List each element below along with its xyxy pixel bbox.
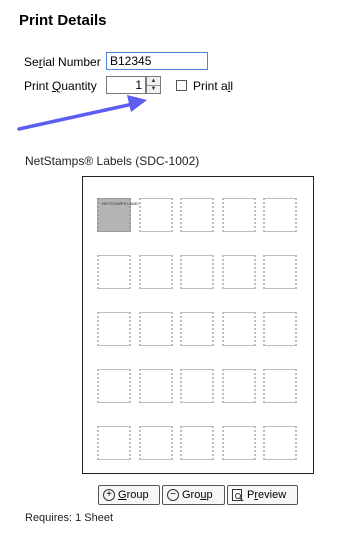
preview-label: Preview — [247, 489, 287, 501]
remove-group-button[interactable]: − Group — [162, 485, 225, 505]
add-group-button[interactable]: + Group — [98, 485, 160, 505]
stamp-label[interactable] — [97, 369, 131, 403]
stamp-label[interactable] — [138, 426, 173, 460]
stamp-label[interactable] — [138, 255, 173, 289]
stamp-label[interactable] — [97, 255, 131, 289]
annotation-arrow-icon — [17, 95, 147, 131]
stamp-label[interactable] — [97, 426, 131, 460]
stamp-label[interactable] — [138, 312, 173, 346]
stamp-label[interactable] — [221, 255, 256, 289]
serial-number-label: Serial Number — [24, 55, 101, 69]
print-quantity-input[interactable] — [106, 76, 146, 94]
preview-icon — [232, 488, 244, 501]
print-all-label[interactable]: Print all — [193, 79, 233, 93]
print-all-checkbox[interactable] — [176, 80, 187, 91]
label-sheet: NETSTAMPS LABEL — [82, 176, 314, 474]
stamp-label[interactable] — [263, 198, 297, 232]
stamp-label[interactable] — [97, 312, 131, 346]
stamp-label[interactable] — [138, 198, 173, 232]
stamp-label[interactable] — [180, 198, 214, 232]
stamp-label[interactable] — [180, 255, 214, 289]
stamp-label[interactable] — [138, 369, 173, 403]
remove-group-label: Group — [182, 489, 213, 501]
stamp-label[interactable] — [221, 369, 256, 403]
sheet-label: NetStamps® Labels (SDC-1002) — [25, 154, 200, 168]
stamp-label[interactable] — [180, 312, 214, 346]
stamp-label[interactable] — [263, 426, 297, 460]
stamp-label[interactable] — [263, 312, 297, 346]
stamp-label-text: NETSTAMPS LABEL — [102, 201, 140, 206]
page-title: Print Details — [19, 12, 107, 29]
stamp-label[interactable] — [263, 255, 297, 289]
serial-number-input[interactable] — [106, 52, 208, 70]
add-group-label: Group — [118, 489, 149, 501]
spin-down-icon[interactable]: ▼ — [147, 85, 160, 93]
quantity-spinner[interactable]: ▲ ▼ — [146, 76, 161, 94]
stamp-label[interactable] — [221, 312, 256, 346]
stamp-label[interactable] — [180, 426, 214, 460]
stamp-label-selected[interactable]: NETSTAMPS LABEL — [97, 198, 140, 232]
stamp-label[interactable] — [263, 369, 297, 403]
stamp-label[interactable] — [221, 198, 256, 232]
minus-circle-icon: − — [167, 489, 179, 501]
print-quantity-label: Print Quantity — [24, 79, 97, 93]
plus-circle-icon: + — [103, 489, 115, 501]
requires-text: Requires: 1 Sheet — [25, 512, 114, 524]
stamp-label[interactable] — [221, 426, 256, 460]
stamp-label[interactable] — [180, 369, 214, 403]
preview-button[interactable]: Preview — [227, 485, 298, 505]
